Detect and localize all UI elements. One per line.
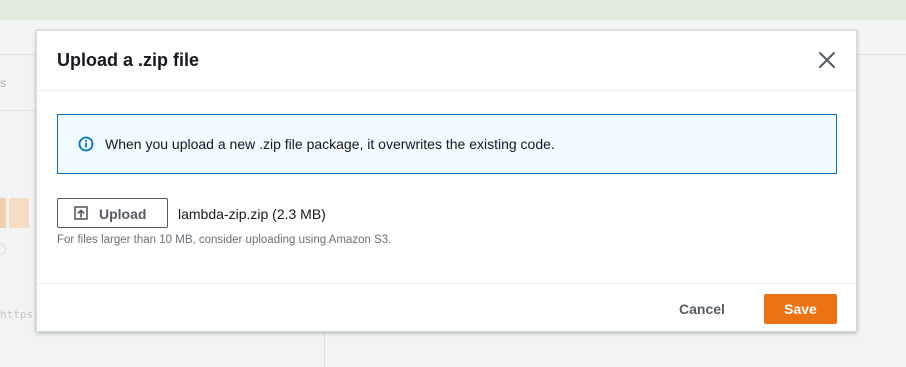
info-icon — [78, 136, 94, 152]
background-tab-fragment: s — [0, 76, 6, 90]
background-divider-vertical — [324, 333, 325, 367]
info-alert-message: When you upload a new .zip file package,… — [105, 136, 555, 152]
cancel-button[interactable]: Cancel — [679, 301, 725, 317]
selected-file-name: lambda-zip.zip (2.3 MB) — [178, 206, 326, 222]
upload-icon — [74, 206, 88, 220]
close-icon — [819, 52, 835, 68]
upload-button-label: Upload — [99, 206, 147, 222]
modal-footer: Cancel Save — [37, 283, 856, 333]
background-divider — [0, 110, 36, 111]
background-url-fragment: https: — [0, 308, 40, 321]
upload-button[interactable]: Upload — [57, 198, 168, 228]
modal-title: Upload a .zip file — [57, 50, 200, 70]
upload-hint: For files larger than 10 MB, consider up… — [57, 234, 392, 246]
modal-header: Upload a .zip file — [37, 31, 856, 91]
background-action-button — [0, 198, 30, 228]
info-alert: When you upload a new .zip file package,… — [57, 114, 837, 174]
close-button[interactable] — [815, 48, 839, 72]
background-radio — [0, 243, 6, 255]
background-banner — [0, 0, 906, 20]
save-button[interactable]: Save — [764, 294, 837, 324]
upload-zip-modal: Upload a .zip file When you upload a new… — [36, 30, 857, 332]
